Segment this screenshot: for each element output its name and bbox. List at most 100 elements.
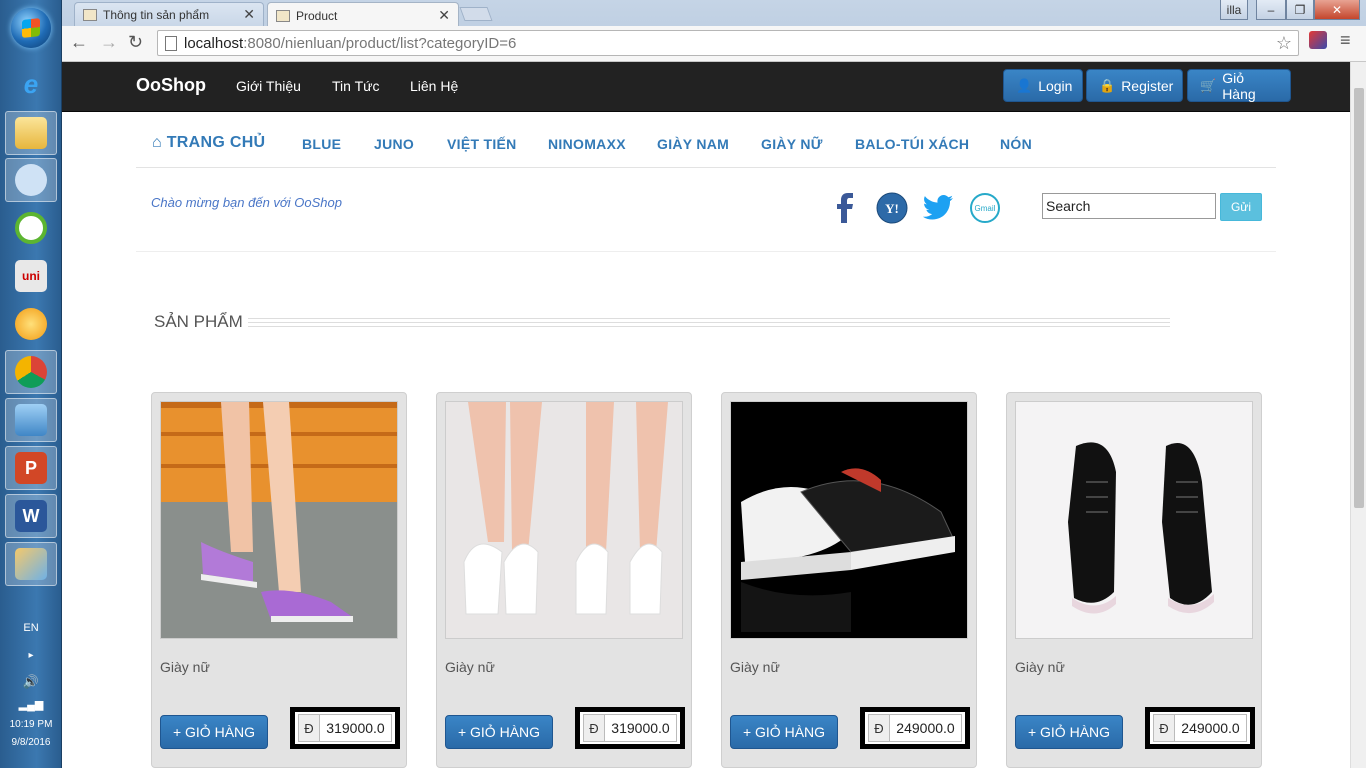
search-input[interactable] [1042, 193, 1216, 219]
currency-symbol: Đ [298, 714, 320, 742]
page-scrollbar[interactable] [1350, 62, 1366, 768]
tab-product[interactable]: Product ✕ [267, 2, 459, 28]
currency-symbol: Đ [1153, 714, 1175, 742]
language-indicator[interactable]: EN [0, 622, 62, 634]
gmail-icon[interactable]: Gmail [969, 192, 1001, 224]
product-image[interactable] [445, 401, 683, 639]
search-submit-button[interactable]: Gửi [1220, 193, 1262, 221]
powerpoint-icon[interactable]: P [5, 446, 57, 490]
price-value: 249000.0 [890, 714, 962, 742]
url-host: localhost [184, 34, 244, 52]
clock-time[interactable]: 10:19 PM [0, 719, 62, 730]
tab-close-icon[interactable]: ✕ [243, 6, 255, 23]
page-content: OoShop Giới Thiệu Tin Tức Liên Hệ 👤 Login… [62, 62, 1350, 768]
nav-link-contact[interactable]: Liên Hệ [410, 78, 458, 94]
chrome-icon[interactable] [5, 350, 57, 394]
user-icon: 👤 [1016, 77, 1033, 93]
add-to-cart-button[interactable]: + GIỎ HÀNG [445, 715, 553, 749]
product-name[interactable]: Giày nữ [445, 659, 495, 675]
tab-title: Product [296, 8, 338, 23]
user-profile-button[interactable]: illa [1220, 0, 1248, 20]
paint-icon[interactable] [5, 542, 57, 586]
product-image[interactable] [1015, 401, 1253, 639]
welcome-text: Chào mừng bạn đến với OoShop [151, 195, 342, 210]
scrollbar-thumb[interactable] [1354, 88, 1364, 508]
product-name[interactable]: Giày nữ [730, 659, 780, 675]
login-label: Login [1038, 77, 1073, 94]
category-blue[interactable]: BLUE [302, 136, 341, 152]
snipping-tool-icon[interactable] [5, 158, 57, 202]
nav-link-about[interactable]: Giới Thiệu [236, 78, 301, 94]
app-orange-icon[interactable] [5, 302, 57, 346]
price-box: Đ 319000.0 [290, 707, 400, 749]
product-card[interactable]: Giày nữ + GIỎ HÀNG Đ 249000.0 [1006, 392, 1262, 768]
product-name[interactable]: Giày nữ [160, 659, 210, 675]
login-button[interactable]: 👤 Login [1003, 69, 1083, 102]
category-ninomaxx[interactable]: NINOMAXX [548, 136, 626, 152]
category-bar: ⌂ TRANG CHỦ BLUE JUNO VIỆT TIẾN NINOMAXX… [136, 124, 1276, 168]
facebook-icon[interactable] [830, 192, 862, 224]
clock-date[interactable]: 9/8/2016 [0, 737, 62, 748]
virtualbox-icon[interactable] [5, 398, 57, 442]
page-icon [165, 36, 177, 51]
volume-icon[interactable]: 🔊 [0, 674, 62, 690]
svg-text:Gmail: Gmail [975, 204, 996, 213]
minimize-button[interactable]: – [1256, 0, 1286, 20]
category-giay-nu[interactable]: GIÀY NỮ [761, 136, 823, 152]
close-window-button[interactable]: ✕ [1314, 0, 1360, 20]
tray-expand-icon[interactable]: ▸ [0, 650, 62, 661]
menu-icon[interactable]: ≡ [1340, 30, 1351, 51]
word-icon[interactable]: W [5, 494, 57, 538]
category-juno[interactable]: JUNO [374, 136, 414, 152]
tab-product-info[interactable]: Thông tin sản phẩm ✕ [74, 2, 264, 26]
section-title-decoration [248, 318, 1170, 327]
product-card[interactable]: Giày nữ + GIỎ HÀNG Đ 249000.0 [721, 392, 977, 768]
price-box: Đ 249000.0 [860, 707, 970, 749]
brand-logo[interactable]: OoShop [136, 75, 206, 96]
add-to-cart-button[interactable]: + GIỎ HÀNG [160, 715, 268, 749]
product-card[interactable]: Giày nữ + GIỎ HÀNG Đ 319000.0 [436, 392, 692, 768]
unikey-icon[interactable]: uni [5, 254, 57, 298]
price-value: 319000.0 [320, 714, 392, 742]
browser-toolbar: ← → ↻ localhost:8080/nienluan/product/li… [62, 26, 1366, 62]
lock-icon: 🔒 [1099, 77, 1116, 93]
back-icon[interactable]: ← [70, 32, 88, 53]
svg-text:Y!: Y! [885, 201, 899, 216]
register-label: Register [1121, 77, 1174, 94]
tab-favicon-icon [276, 9, 290, 22]
yahoo-icon[interactable]: Y! [876, 192, 908, 224]
tab-favicon-icon [83, 8, 97, 21]
file-explorer-icon[interactable] [5, 111, 57, 155]
product-card[interactable]: Giày nữ + GIỎ HÀNG Đ 319000.0 [151, 392, 407, 768]
currency-symbol: Đ [583, 714, 605, 742]
add-to-cart-button[interactable]: + GIỎ HÀNG [1015, 715, 1123, 749]
start-button[interactable] [11, 8, 51, 48]
extension-icon[interactable] [1309, 31, 1327, 49]
cart-button[interactable]: 🛒 Giỏ Hàng [1187, 69, 1291, 102]
bookmark-star-icon[interactable]: ☆ [1276, 33, 1292, 54]
url-path: :8080/nienluan/product/list?categoryID=6 [243, 34, 517, 52]
forward-icon[interactable]: → [100, 32, 118, 53]
category-giay-nam[interactable]: GIÀY NAM [657, 136, 729, 152]
price-box: Đ 249000.0 [1145, 707, 1255, 749]
product-image[interactable] [160, 401, 398, 639]
category-home[interactable]: ⌂ TRANG CHỦ [152, 134, 265, 152]
category-non[interactable]: NÓN [1000, 136, 1032, 152]
nav-link-news[interactable]: Tin Tức [332, 78, 380, 94]
product-name[interactable]: Giày nữ [1015, 659, 1065, 675]
app-green-icon[interactable] [5, 206, 57, 250]
product-image[interactable] [730, 401, 968, 639]
reload-icon[interactable]: ↻ [128, 32, 143, 53]
category-viet-tien[interactable]: VIỆT TIẾN [447, 136, 517, 152]
maximize-button[interactable]: ❐ [1286, 0, 1314, 20]
internet-explorer-icon[interactable]: e [5, 62, 57, 106]
add-to-cart-button[interactable]: + GIỎ HÀNG [730, 715, 838, 749]
twitter-icon[interactable] [922, 192, 954, 224]
address-bar[interactable]: localhost:8080/nienluan/product/list?cat… [157, 30, 1299, 56]
network-icon[interactable]: ▂▄▆ [0, 698, 62, 711]
currency-symbol: Đ [868, 714, 890, 742]
register-button[interactable]: 🔒 Register [1086, 69, 1183, 102]
category-balo-tui-xach[interactable]: BALO-TÚI XÁCH [855, 136, 969, 152]
new-tab-button[interactable] [459, 7, 493, 21]
tab-close-icon[interactable]: ✕ [438, 7, 450, 24]
